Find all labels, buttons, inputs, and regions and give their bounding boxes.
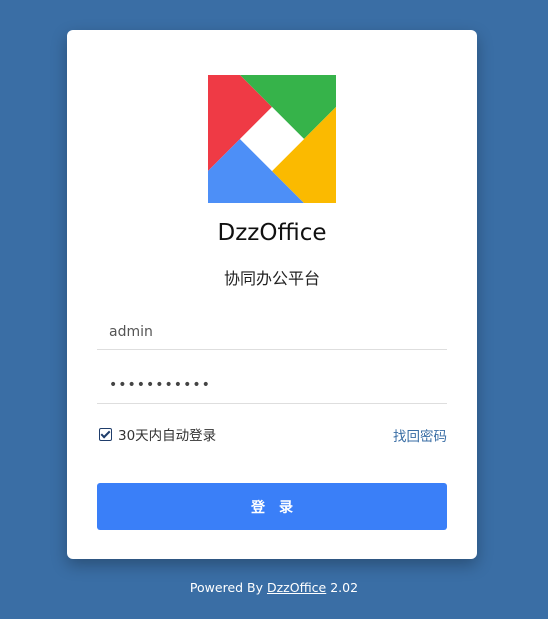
remember-me-checkbox[interactable] (99, 427, 112, 441)
checkmark-icon (100, 428, 111, 438)
forgot-password-link[interactable]: 找回密码 (393, 425, 447, 445)
password-input[interactable]: ••••••••••• (109, 377, 211, 393)
password-field[interactable]: ••••••••••• (97, 369, 447, 404)
footer-dzzoffice-link[interactable]: DzzOffice (267, 580, 326, 595)
username-field (97, 315, 447, 350)
remember-me-toggle[interactable]: 30天内自动登录 (99, 424, 216, 444)
username-input[interactable] (97, 315, 447, 349)
footer-version: 2.02 (326, 580, 359, 595)
brand-subtitle: 协同办公平台 (223, 269, 320, 288)
brand-title: DzzOffice (217, 220, 327, 246)
login-button[interactable]: 登录 (97, 483, 447, 530)
login-card: DzzOffice 协同办公平台 ••••••••••• 30天内自动登录 找回… (67, 30, 477, 559)
dzzoffice-logo (208, 75, 336, 203)
remember-me-label: 30天内自动登录 (118, 428, 217, 444)
footer-prefix: Powered By (189, 580, 267, 595)
footer: Powered By DzzOffice 2.02 (0, 580, 548, 595)
